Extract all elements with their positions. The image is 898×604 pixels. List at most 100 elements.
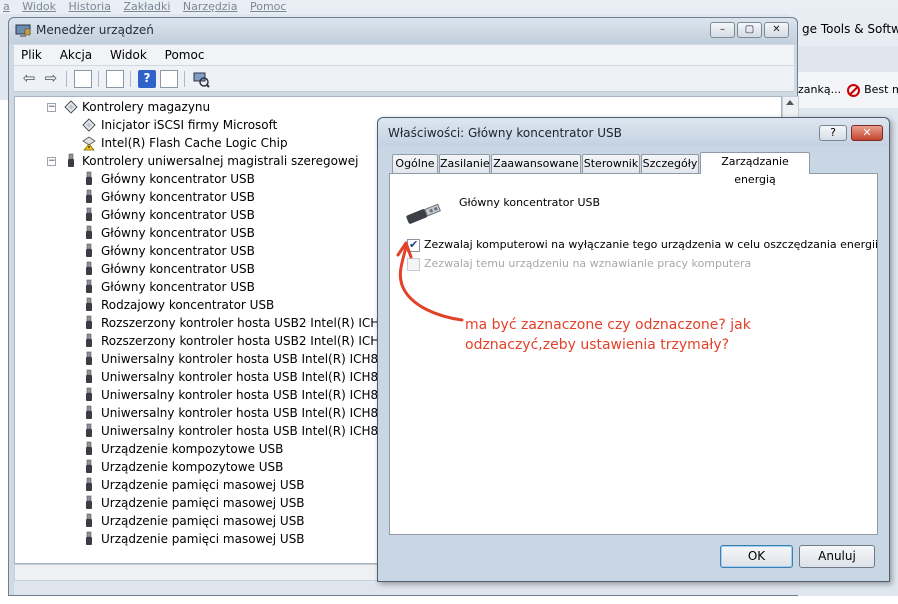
tree-item-label: Główny koncentrator USB [101,208,255,222]
usb-icon [86,405,92,419]
background-menubar: a Widok Historia Zakładki Narzędzia Pomo… [0,0,898,14]
collapse-icon[interactable]: − [47,103,56,112]
tree-item-label: Urządzenie pamięci masowej USB [101,514,305,528]
tree-item[interactable]: − Kontrolery magazynu [15,98,781,116]
device-manager-title: Menedżer urządzeń [36,23,154,37]
bg-bookmark[interactable]: zanką... [798,83,841,96]
tree-item-label: Główny koncentrator USB [101,244,255,258]
tree-item-label: Uniwersalny kontroler hosta USB Intel(R)… [101,406,421,420]
bg-menu-item[interactable]: Zakładki [123,1,170,13]
show-hide-console-tree-icon[interactable] [74,70,92,88]
back-arrow-icon[interactable]: ⇦ [20,70,38,88]
usb-icon [86,513,92,527]
show-action-pane-icon[interactable] [160,70,178,88]
background-bottom-edge [0,596,898,604]
usb-icon [86,207,92,221]
tree-item-label: Rodzajowy koncentrator USB [101,298,275,312]
background-tab[interactable]: ge Tools & Softwar [790,14,898,46]
properties-icon[interactable] [106,70,124,88]
tab-szczegoly[interactable]: Szczegóły [641,154,699,174]
scroll-up-icon[interactable] [786,100,794,105]
annotation-line-1: ma być zaznaczone czy odznaczone? jak [465,317,751,333]
device-manager-titlebar[interactable]: Menedżer urządzeń – ▢ ✕ [9,18,797,44]
tree-item-label: Urządzenie kompozytowe USB [101,460,284,474]
tree-item-label: Urządzenie pamięci masowej USB [101,532,305,546]
forward-arrow-icon[interactable]: ⇨ [42,70,60,88]
usb-icon [86,261,92,275]
device-manager-menubar: Plik Akcja Widok Pomoc [14,45,794,65]
toolbar-separator [98,71,99,87]
usb-icon [86,459,92,473]
usb-icon [86,297,92,311]
usb-icon [86,315,92,329]
storage-controller-icon [82,118,96,132]
bg-bookmark[interactable]: Best m [864,83,898,96]
close-button[interactable]: ✕ [851,125,883,141]
warning-device-icon [82,136,96,151]
usb-icon [86,441,92,455]
tab-ogolne[interactable]: Ogólne [392,154,438,174]
usb-icon [86,333,92,347]
bg-menu-item[interactable]: a [3,1,10,13]
help-icon[interactable]: ? [138,70,156,88]
usb-icon [86,189,92,203]
tree-item-label: Urządzenie pamięci masowej USB [101,478,305,492]
device-manager-toolbar: ⇦ ⇨ ? [14,66,794,92]
annotation-text: ma być zaznaczone czy odznaczone? jak od… [465,315,765,355]
tree-item-label: Główny koncentrator USB [101,262,255,276]
tree-item-label: Główny koncentrator USB [101,226,255,240]
tree-item-label: Inicjator iSCSI firmy Microsoft [101,118,278,132]
tree-item-label: Główny koncentrator USB [101,190,255,204]
tree-item-label: Intel(R) Flash Cache Logic Chip [101,136,288,150]
menu-pomoc[interactable]: Pomoc [158,45,212,65]
bg-menu-item[interactable]: Pomoc [250,1,286,13]
bg-menu-item[interactable]: Narzędzia [183,1,238,13]
help-button[interactable]: ? [819,125,847,141]
scan-hardware-icon[interactable] [192,70,210,88]
tree-item-label: Rozszerzony kontroler hosta USB2 Intel(R… [101,334,419,348]
tab-zasilanie[interactable]: Zasilanie [439,154,490,174]
usb-icon [86,351,92,365]
usb-icon [86,243,92,257]
bg-menu-item[interactable]: Historia [69,1,111,13]
tree-item-label: Główny koncentrator USB [101,280,255,294]
tree-item-label: Rozszerzony kontroler hosta USB2 Intel(R… [101,316,419,330]
tab-sterownik[interactable]: Sterownik [582,154,640,174]
menu-widok[interactable]: Widok [103,45,154,65]
usb-icon [86,279,92,293]
toolbar-separator [184,71,185,87]
annotation-line-2: odznaczyć,zeby ustawienia trzymały? [465,337,730,353]
maximize-button[interactable]: ▢ [737,22,762,38]
device-name: Główny koncentrator USB [459,196,601,209]
toolbar-separator [66,71,67,87]
collapse-icon[interactable]: − [47,157,56,166]
usb-icon [68,153,74,167]
status-bar [14,581,799,595]
usb-icon [86,423,92,437]
bg-menu-item[interactable]: Widok [22,1,56,13]
menu-plik[interactable]: Plik [14,45,49,65]
tree-item-label: Uniwersalny kontroler hosta USB Intel(R)… [101,388,421,402]
ok-button[interactable]: OK [720,545,793,568]
cancel-button[interactable]: Anuluj [799,545,875,568]
usb-icon [86,477,92,491]
tree-item-label: Uniwersalny kontroler hosta USB Intel(R)… [101,424,421,438]
minimize-button[interactable]: – [710,22,735,38]
usb-icon [86,225,92,239]
tree-item-label: Urządzenie kompozytowe USB [101,442,284,456]
tab-zarzadzanie-energia[interactable]: Zarządzanie energią [700,152,810,186]
usb-icon [86,171,92,185]
close-button[interactable]: ✕ [764,22,789,38]
tree-item-label: Urządzenie pamięci masowej USB [101,496,305,510]
tab-zaawansowane[interactable]: Zaawansowane [491,154,581,174]
usb-plug-icon [406,203,441,224]
usb-icon [86,387,92,401]
menu-akcja[interactable]: Akcja [53,45,99,65]
tree-item-label: Kontrolery magazynu [82,100,211,114]
background-left-edge [0,100,8,604]
properties-titlebar[interactable]: Właściwości: Główny koncentrator USB ? ✕ [378,118,889,146]
tree-item-label: Uniwersalny kontroler hosta USB Intel(R)… [101,352,421,366]
tree-item-label: Kontrolery uniwersalnej magistrali szere… [82,154,359,168]
stop-icon [847,83,861,97]
device-manager-icon [15,24,31,37]
